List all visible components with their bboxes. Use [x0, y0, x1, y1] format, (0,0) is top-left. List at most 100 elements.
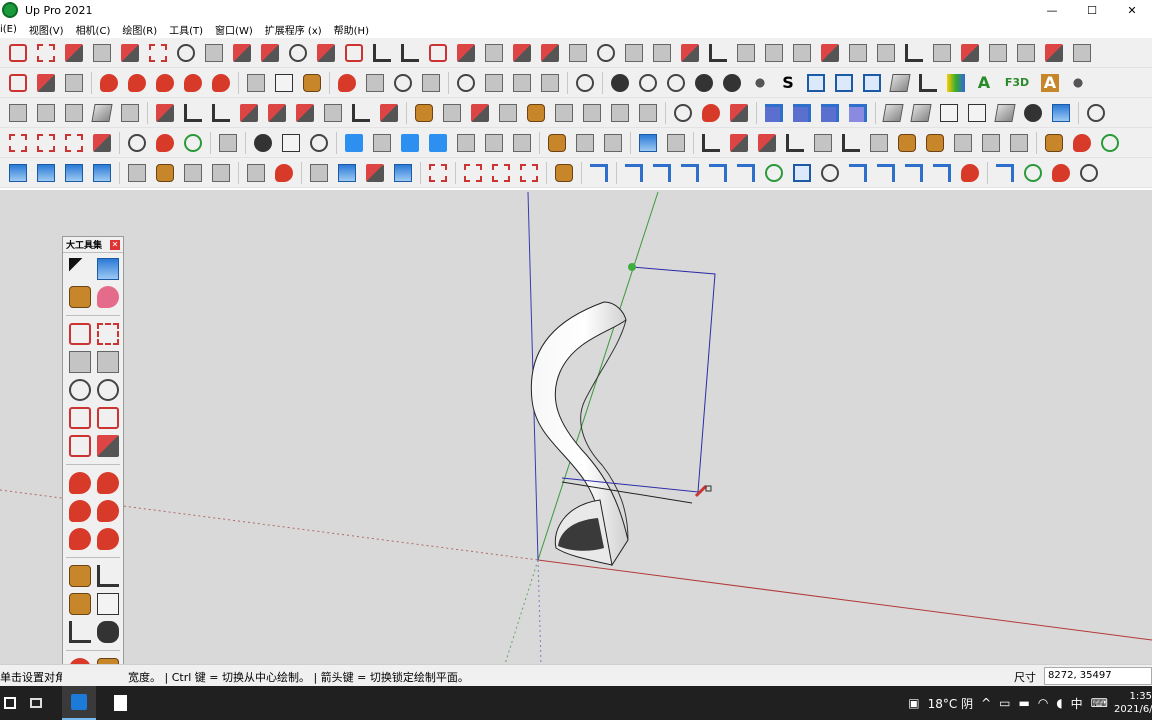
scene-icon[interactable] [128, 163, 146, 182]
3d-text-icon[interactable] [97, 621, 119, 643]
panel-icon[interactable] [91, 103, 113, 122]
skew-icon[interactable] [681, 43, 699, 62]
play-icon[interactable] [156, 163, 174, 182]
menu-window[interactable]: 窗口(W) [215, 22, 253, 37]
protractor-icon[interactable] [69, 593, 91, 615]
bevel-icon[interactable] [212, 103, 230, 122]
freehand-icon[interactable] [97, 323, 119, 345]
curve-icon[interactable] [37, 43, 55, 62]
revolve-icon[interactable] [289, 43, 307, 62]
keyboard-icon[interactable]: ⌨ [1091, 696, 1108, 710]
line-icon[interactable] [69, 323, 91, 345]
planks-icon[interactable] [961, 43, 979, 62]
text-label-icon[interactable] [275, 73, 293, 92]
rotate-icon[interactable] [69, 500, 91, 522]
cart-icon[interactable] [898, 133, 916, 152]
balloons-icon[interactable] [156, 133, 174, 152]
joint-icon[interactable] [345, 43, 363, 62]
curve-h-icon[interactable] [877, 163, 895, 182]
circle-icon[interactable] [69, 379, 91, 401]
sphere-icon[interactable] [597, 43, 615, 62]
eraser-icon[interactable] [97, 286, 119, 308]
volume-icon[interactable]: ◖ [1056, 696, 1062, 710]
drop-1-icon[interactable] [401, 133, 419, 152]
curve-k-icon[interactable] [961, 163, 979, 182]
tank-icon[interactable] [982, 133, 1000, 152]
arrows-icon[interactable] [758, 133, 776, 152]
scissors-icon[interactable] [821, 43, 839, 62]
solid-union-icon[interactable] [513, 73, 531, 92]
three-point-arc-icon[interactable] [69, 435, 91, 457]
scatter-icon[interactable] [324, 103, 342, 122]
position-camera-icon[interactable] [275, 163, 293, 182]
menu-camera[interactable]: 相机(C) [76, 22, 111, 37]
column-icon[interactable] [457, 133, 475, 152]
spiral-icon[interactable] [821, 163, 839, 182]
mesh-icon[interactable] [37, 103, 55, 122]
blue-bar-4-icon[interactable] [849, 103, 867, 122]
view-top-icon[interactable] [807, 73, 825, 92]
color-palette-icon[interactable] [947, 73, 965, 92]
pointer-icon[interactable] [870, 133, 888, 152]
polygon-icon[interactable] [97, 379, 119, 401]
prev-icon[interactable] [212, 163, 230, 182]
style-back-edges-icon[interactable] [639, 73, 657, 92]
hatch-fill-icon[interactable] [65, 103, 83, 122]
extrude-icon[interactable] [205, 43, 223, 62]
curve-tool-icon[interactable] [919, 73, 937, 92]
section-plane-icon[interactable] [338, 73, 356, 92]
arrow-down-icon[interactable] [793, 43, 811, 62]
corner-2-icon[interactable] [401, 43, 419, 62]
arc-icon[interactable] [69, 407, 91, 429]
zoom-extents-icon[interactable] [422, 73, 440, 92]
rotated-rectangle-icon[interactable] [97, 351, 119, 373]
view-right-icon[interactable] [863, 73, 881, 92]
step-icon[interactable] [702, 133, 720, 152]
style-s-icon[interactable]: S [779, 73, 797, 92]
hexagon-icon[interactable] [1024, 163, 1042, 182]
rotate-tool-icon[interactable] [184, 73, 202, 92]
snap-icon[interactable] [429, 163, 447, 182]
menu-help[interactable]: 帮助(H) [334, 22, 369, 37]
walk-through-icon[interactable] [247, 163, 265, 182]
stairs-blue-icon[interactable] [590, 163, 608, 182]
curve-g-icon[interactable] [849, 163, 867, 182]
menu-tools[interactable]: 工具(T) [169, 22, 203, 37]
bend-icon[interactable] [457, 43, 475, 62]
angle-icon[interactable] [156, 103, 174, 122]
move-icon[interactable] [69, 472, 91, 494]
menu-draw[interactable]: 绘图(R) [122, 22, 157, 37]
solid-intersect-icon[interactable] [485, 73, 503, 92]
gem-icon[interactable] [527, 103, 545, 122]
corner-icon[interactable] [373, 43, 391, 62]
hex-icon[interactable] [254, 133, 272, 152]
red-flag-icon[interactable] [702, 103, 720, 122]
shape-6-icon[interactable] [1024, 103, 1042, 122]
window-icon[interactable] [548, 133, 566, 152]
bag-icon[interactable] [555, 163, 573, 182]
curve-a-icon[interactable] [625, 163, 643, 182]
refresh-green-icon[interactable] [1101, 133, 1119, 152]
roll-icon[interactable] [555, 103, 573, 122]
stack-icon[interactable] [737, 43, 755, 62]
lattice-box-icon[interactable] [611, 103, 629, 122]
rectangle-tool-icon[interactable] [65, 73, 83, 92]
paint-bucket-icon[interactable] [69, 286, 91, 308]
f3d-icon[interactable]: F3D [1003, 74, 1031, 92]
frame-icon[interactable] [9, 103, 27, 122]
shape-1-icon[interactable] [882, 103, 904, 122]
boolean-icon[interactable] [121, 43, 139, 62]
loft-icon[interactable] [261, 43, 279, 62]
align-icon[interactable] [513, 133, 531, 152]
pie-icon[interactable] [97, 435, 119, 457]
wood-box-icon[interactable] [415, 103, 433, 122]
gem-green-icon[interactable] [184, 133, 202, 152]
modeling-viewport[interactable] [0, 190, 1152, 664]
two-point-arc-icon[interactable] [97, 407, 119, 429]
select-icon[interactable] [69, 258, 91, 280]
tape-measure-icon[interactable] [69, 565, 91, 587]
slice-icon[interactable] [429, 43, 447, 62]
ramp-icon[interactable] [842, 133, 860, 152]
menu-view[interactable]: 视图(V) [29, 22, 64, 37]
pyramid-icon[interactable] [471, 103, 489, 122]
